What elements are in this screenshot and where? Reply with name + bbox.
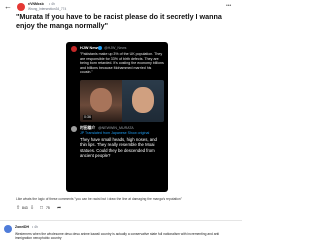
share-icon[interactable]: ➦ [57,205,61,211]
more-options-icon[interactable]: ••• [226,3,231,9]
post-handle[interactable]: Wrong_Intersection34_774 [28,7,66,11]
tweet1-avatar [71,46,77,52]
post-time: • 4h [49,2,55,6]
tweet2-handle: @NEWWIN_MURATA [98,126,134,130]
comment-time: • 4h [32,225,38,229]
downvote-icon[interactable]: ⇩ [30,205,34,211]
subreddit-avatar[interactable] [17,3,25,11]
post-title: "Murata If you have to be racist please … [16,12,222,30]
embedded-image[interactable]: HJW News @HJW_News "Pakistanis make up 3… [66,42,168,192]
video-time: 0:36 [83,115,92,120]
tweet1-handle: @HJW_News [104,46,127,50]
tweet1-name: HJW News [80,46,100,50]
face-left [90,88,112,112]
post-author[interactable]: r/VNMcsb [28,2,44,6]
comment-icon[interactable]: □ [40,205,43,211]
comment-count: 75 [46,205,50,210]
comment-avatar[interactable] [4,225,12,233]
face-right [132,87,154,113]
comment-author[interactable]: ZoneiDH [15,225,29,229]
comment-text: Westerners when the wholesome desu desu … [15,232,220,240]
post-caption: Like whats the logic of these comments "… [16,197,182,201]
back-arrow-icon[interactable]: ← [4,2,12,11]
tweet2-translated: JP Translated from Japanese Show origina… [80,131,150,135]
tweet2-body: They have small heads, high noses, and t… [80,137,157,158]
tweet1-body: "Pakistanis make up 3% of the UK populat… [80,52,164,75]
video-thumbnail[interactable]: 0:36 [80,80,164,122]
vote-count: 843 [22,205,28,210]
upvote-icon[interactable]: ⇧ [16,205,20,211]
tweet2-avatar [71,126,77,132]
verified-badge-icon [98,46,102,50]
divider [0,220,242,221]
